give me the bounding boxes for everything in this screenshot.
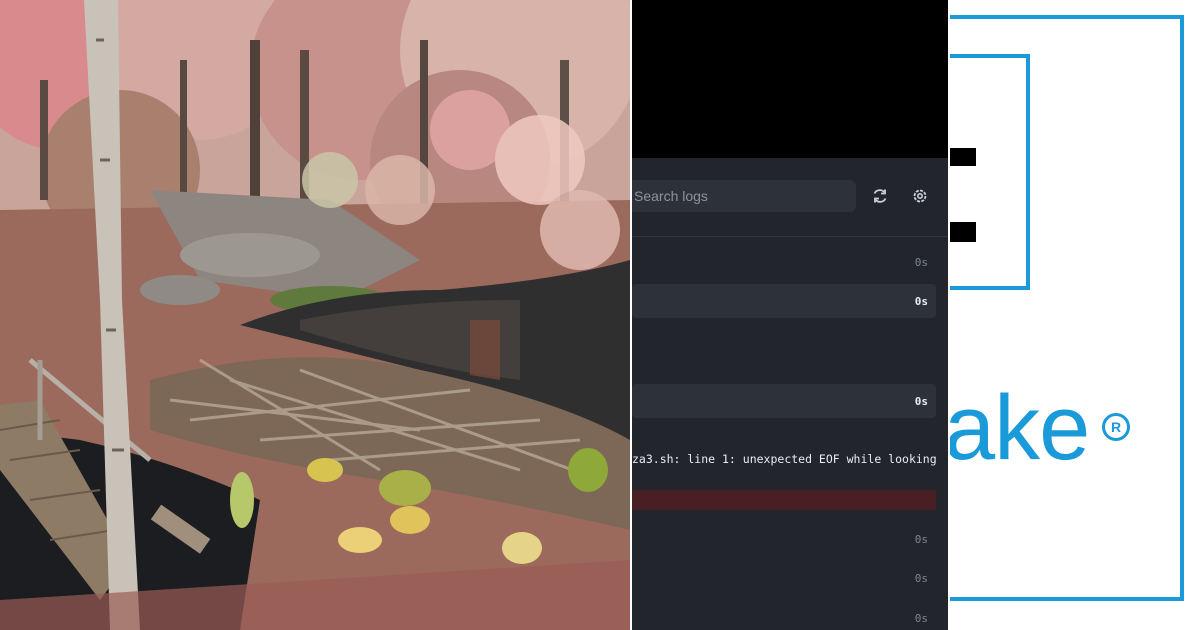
duration: 0s — [914, 571, 928, 585]
registered-mark: R — [1102, 413, 1130, 441]
logo-glyph-bottom — [950, 222, 976, 242]
log-line[interactable]: 0s — [632, 561, 936, 595]
refresh-icon[interactable] — [868, 184, 892, 208]
log-line[interactable]: 0s — [632, 601, 936, 630]
gear-icon[interactable] — [908, 184, 932, 208]
photo-panel — [0, 0, 630, 630]
log-line[interactable]: 0s — [632, 245, 936, 279]
log-viewer-panel: Search logs 0s 0s 0s za3.sh: line 1: une… — [632, 0, 948, 630]
error-highlight-bar — [632, 490, 936, 510]
duration: 0s — [914, 294, 928, 308]
log-line[interactable]: 0s — [632, 522, 936, 556]
log-panel: Search logs 0s 0s 0s za3.sh: line 1: une… — [632, 158, 948, 630]
duration: 0s — [914, 611, 928, 625]
logo-inner-frame — [950, 54, 1030, 290]
log-toolbar: Search logs — [632, 158, 948, 237]
logo-glyph-top — [950, 148, 976, 166]
search-logs-input[interactable]: Search logs — [632, 180, 856, 212]
duration: 0s — [914, 532, 928, 546]
log-step[interactable]: 0s — [632, 384, 936, 418]
error-log-line: za3.sh: line 1: unexpected EOF while loo… — [632, 452, 937, 466]
duration: 0s — [914, 394, 928, 408]
black-banner — [632, 0, 948, 158]
duration: 0s — [914, 255, 928, 269]
log-step[interactable]: 0s — [632, 284, 936, 318]
logo-panel: ake R — [950, 0, 1200, 630]
autumn-pond-photo — [0, 0, 630, 630]
logo-wordmark: ake — [950, 377, 1090, 479]
